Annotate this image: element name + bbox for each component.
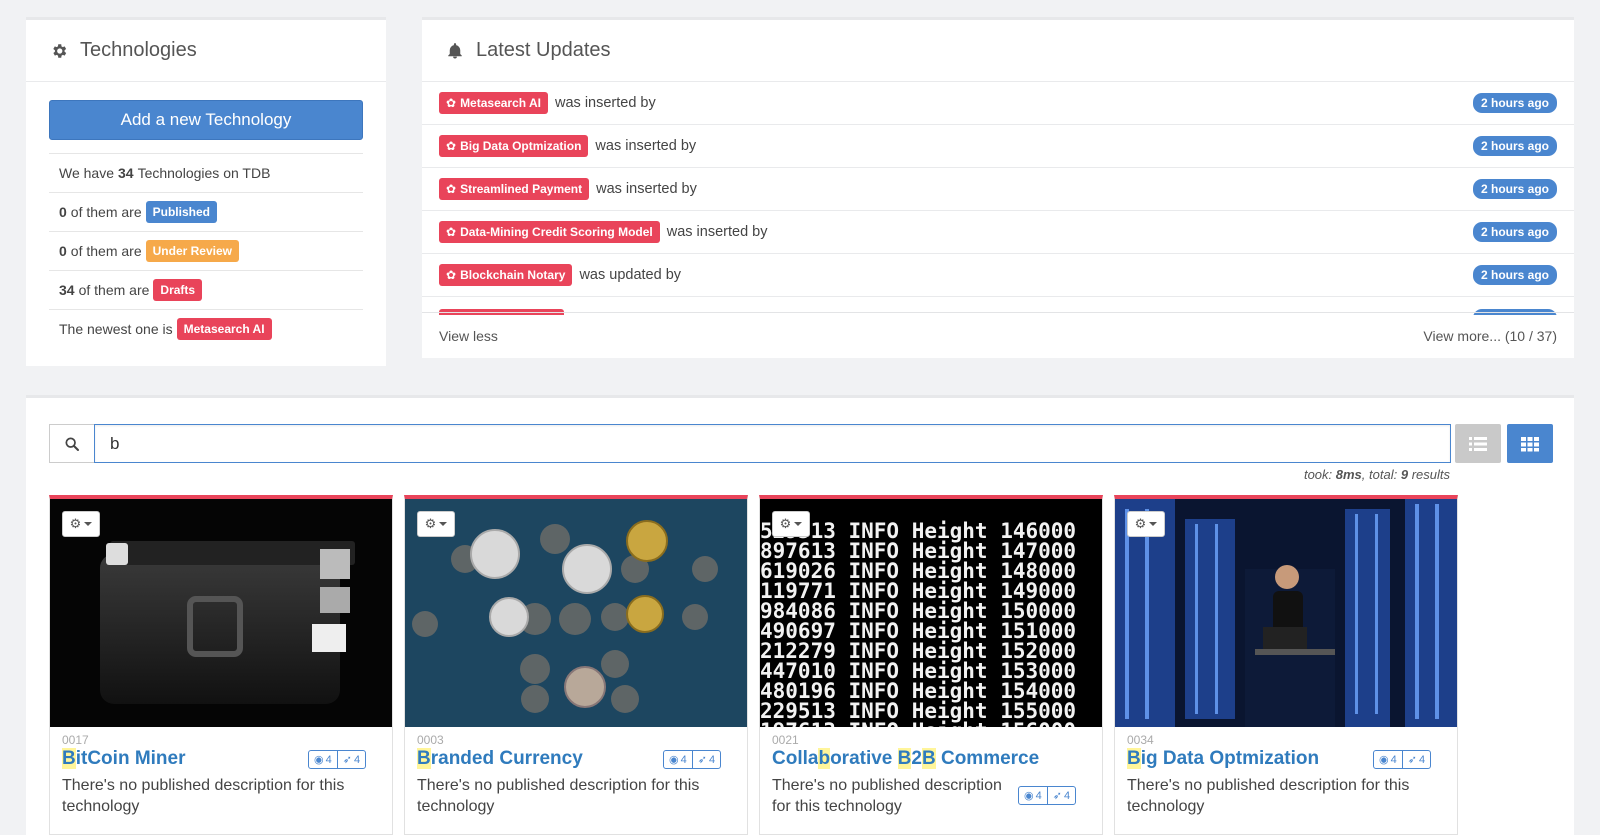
stat-launches: ➶ 4 [691,751,720,768]
card-title[interactable]: BitCoin Miner [62,748,186,770]
card-settings-button[interactable]: ⚙ [417,511,455,537]
card-stats: ◉ 4 ➶ 4 [663,750,722,769]
gear-icon: ✿ [446,225,457,239]
update-tech-link[interactable]: ✿ Blockchain Notary [439,264,573,286]
technologies-title: Technologies [80,39,197,61]
add-technology-button[interactable]: Add a new Technology [49,100,363,140]
chevron-down-icon [794,522,803,526]
card-id: 0034 [1127,733,1154,747]
update-item: ✿ Blockchain Notary was updated by 2 hour… [422,254,1574,297]
card-settings-button[interactable]: ⚙ [1127,511,1165,537]
updates-title: Latest Updates [476,39,611,61]
update-item: ✿ Streamlined Payment was inserted by 2 h… [422,168,1574,211]
stat-launches: ➶ 4 [336,751,365,768]
card-image-branded-currency [405,499,747,727]
list-view-button[interactable] [1455,424,1501,463]
card-image-collaborative-b2b-commerce: 529513 INFO Height 146000 897613 INFO Hei… [760,499,1102,727]
gear-icon: ✿ [446,139,457,153]
card-description: There's no published description for thi… [772,777,1002,815]
update-tech-link[interactable]: ✿ Metasearch AI [439,92,548,114]
list-icon [1469,436,1487,451]
card-description: There's no published description for thi… [1127,777,1410,815]
published-badge[interactable]: Published [145,201,217,223]
gear-icon: ⚙ [779,516,792,531]
gear-icon: ⚙ [424,516,437,531]
stat-published: 0 of them are Published [49,192,363,231]
stat-newest: The newest one is Metasearch AI [49,309,363,348]
chevron-down-icon [439,522,448,526]
stat-views: ◉ 4 [1024,789,1042,803]
update-item: ✿ Metasearch AI was inserted by 2 hours a… [422,82,1574,125]
stat-views: ◉ 4 [1379,753,1397,767]
card-stats: ◉ 4 ➶ 4 [1373,750,1432,769]
update-tech-link[interactable]: ✿ Big Data Optmization [439,135,589,157]
updates-footer: View less View more... (10 / 37) [422,312,1574,358]
update-item: ✿ Data-Mining Credit Scoring Model was in… [422,211,1574,254]
updates-list[interactable]: ✿ Metasearch AI was inserted by 2 hours a… [422,82,1574,315]
view-less-link[interactable]: View less [439,328,498,344]
search-stats: took: 8ms, total: 9 results [1303,467,1450,482]
stat-launches: ➶ 4 [1046,787,1075,804]
card-description: There's no published description for thi… [62,777,345,815]
technology-card[interactable]: ⚙ 0034 Big Data Optmization ◉ 4 ➶ 4 There's… [1114,495,1458,835]
technology-card[interactable]: 529513 INFO Height 146000 897613 INFO Hei… [759,495,1103,835]
gear-icon: ✿ [446,182,457,196]
gear-icon: ✿ [446,268,457,282]
card-stats: ◉ 4 ➶ 4 [1018,786,1077,805]
drafts-badge[interactable]: Drafts [153,279,203,301]
chevron-down-icon [84,522,93,526]
latest-updates-panel: Latest Updates ✿ Metasearch AI was insert… [422,17,1574,358]
technology-card[interactable]: ⚙ 0003 Branded Currency ◉ 4 ➶ 4 There's no … [404,495,748,835]
time-badge: 2 hours ago [1472,136,1557,156]
card-title[interactable]: Big Data Optmization [1127,748,1319,770]
card-id: 0003 [417,733,444,747]
grid-view-button[interactable] [1507,424,1553,463]
update-tech-link[interactable]: ✿ Streamlined Payment [439,178,590,200]
gear-icon [50,42,68,60]
grid-icon [1521,436,1539,451]
card-image-big-data-optmization [1115,499,1457,727]
card-description: There's no published description for thi… [417,777,700,815]
search-results-panel: took: 8ms, total: 9 results ⚙ 0017 BitCo… [26,395,1574,835]
card-id: 0017 [62,733,89,747]
stat-review: 0 of them are Under Review [49,231,363,270]
technologies-panel: Technologies Add a new Technology We hav… [26,17,386,366]
search-input[interactable] [94,424,1451,463]
card-image-bitcoin-miner [50,499,392,727]
updates-header: Latest Updates [422,20,1574,82]
stat-views: ◉ 4 [669,753,687,767]
card-id: 0021 [772,733,799,747]
under-review-badge[interactable]: Under Review [145,240,239,262]
card-title[interactable]: Collaborative B2B Commerce [772,748,1039,770]
view-more-link[interactable]: View more... (10 / 37) [1423,328,1557,344]
chevron-down-icon [1149,522,1158,526]
update-item: ✿ Big Data Optmization was inserted by 2 … [422,125,1574,168]
stat-launches: ➶ 4 [1401,751,1430,768]
bell-icon [446,42,464,60]
card-settings-button[interactable]: ⚙ [62,511,100,537]
update-tech-link[interactable]: ✿ Data-Mining Credit Scoring Model [439,221,660,243]
card-title[interactable]: Branded Currency [417,748,583,770]
card-stats: ◉ 4 ➶ 4 [308,750,367,769]
card-settings-button[interactable]: ⚙ [772,511,810,537]
time-badge: 2 hours ago [1472,222,1557,242]
time-badge: 2 hours ago [1472,265,1557,285]
gear-icon: ⚙ [1134,516,1147,531]
newest-technology-badge[interactable]: Metasearch AI [176,318,272,340]
time-badge: 2 hours ago [1472,179,1557,199]
stat-total: We have 34 Technologies on TDB [49,153,363,192]
search-icon [49,424,94,463]
stat-views: ◉ 4 [314,753,332,767]
technologies-header: Technologies [26,20,386,82]
time-badge: 2 hours ago [1472,93,1557,113]
gear-icon: ✿ [446,96,457,110]
technology-card[interactable]: ⚙ 0017 BitCoin Miner ◉ 4 ➶ 4 There's no pub… [49,495,393,835]
gear-icon: ⚙ [69,516,82,531]
search-bar [49,424,1451,463]
stat-drafts: 34 of them are Drafts [49,270,363,309]
technology-stats: We have 34 Technologies on TDB 0 of them… [49,153,363,348]
